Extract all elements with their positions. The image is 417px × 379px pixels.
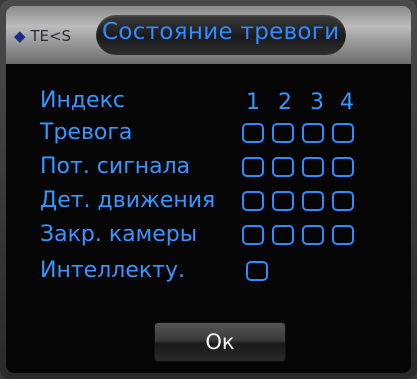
row-label-motion-detection: Дет. движения xyxy=(40,188,216,213)
blind-ch4-checkbox[interactable] xyxy=(332,225,354,245)
alarm-ch4-checkbox[interactable] xyxy=(332,123,354,143)
channel-column-4: 4 xyxy=(340,90,354,115)
channel-column-3: 3 xyxy=(310,90,324,115)
blind-ch2-checkbox[interactable] xyxy=(272,225,294,245)
row-label-video-loss: Пот. сигнала xyxy=(40,154,191,179)
video-loss-ch2-checkbox[interactable] xyxy=(272,157,294,177)
motion-ch2-checkbox[interactable] xyxy=(272,191,294,211)
video-loss-ch4-checkbox[interactable] xyxy=(332,157,354,177)
blind-ch3-checkbox[interactable] xyxy=(302,225,324,245)
dialog-body: ◆ TE<S Состояние тревоги Индекс Тревога … xyxy=(6,6,411,373)
channel-column-1: 1 xyxy=(246,90,260,115)
alarm-ch2-checkbox[interactable] xyxy=(272,123,294,143)
brand-logo-icon: ◆ xyxy=(14,27,26,45)
motion-ch1-checkbox[interactable] xyxy=(242,191,264,211)
dialog-title: Состояние тревоги xyxy=(102,19,340,45)
motion-ch3-checkbox[interactable] xyxy=(302,191,324,211)
channel-column-2: 2 xyxy=(278,90,292,115)
ok-button[interactable]: Ок xyxy=(154,322,286,362)
alarm-status-dialog: ◆ TE<S Состояние тревоги Индекс Тревога … xyxy=(0,0,417,379)
alarm-ch3-checkbox[interactable] xyxy=(302,123,324,143)
video-loss-ch1-checkbox[interactable] xyxy=(242,157,264,177)
row-label-index: Индекс xyxy=(40,88,125,113)
intelligent-checkbox[interactable] xyxy=(246,261,268,281)
row-label-camera-blind: Закр. камеры xyxy=(40,222,198,247)
brand-logo: ◆ TE<S xyxy=(14,27,71,45)
video-loss-ch3-checkbox[interactable] xyxy=(302,157,324,177)
brand-logo-text: TE<S xyxy=(30,27,72,45)
title-bar: ◆ TE<S Состояние тревоги xyxy=(6,6,411,64)
alarm-ch1-checkbox[interactable] xyxy=(242,123,264,143)
motion-ch4-checkbox[interactable] xyxy=(332,191,354,211)
row-label-intelligent: Интеллекту. xyxy=(40,258,185,283)
blind-ch1-checkbox[interactable] xyxy=(242,225,264,245)
row-label-alarm: Тревога xyxy=(40,120,133,145)
